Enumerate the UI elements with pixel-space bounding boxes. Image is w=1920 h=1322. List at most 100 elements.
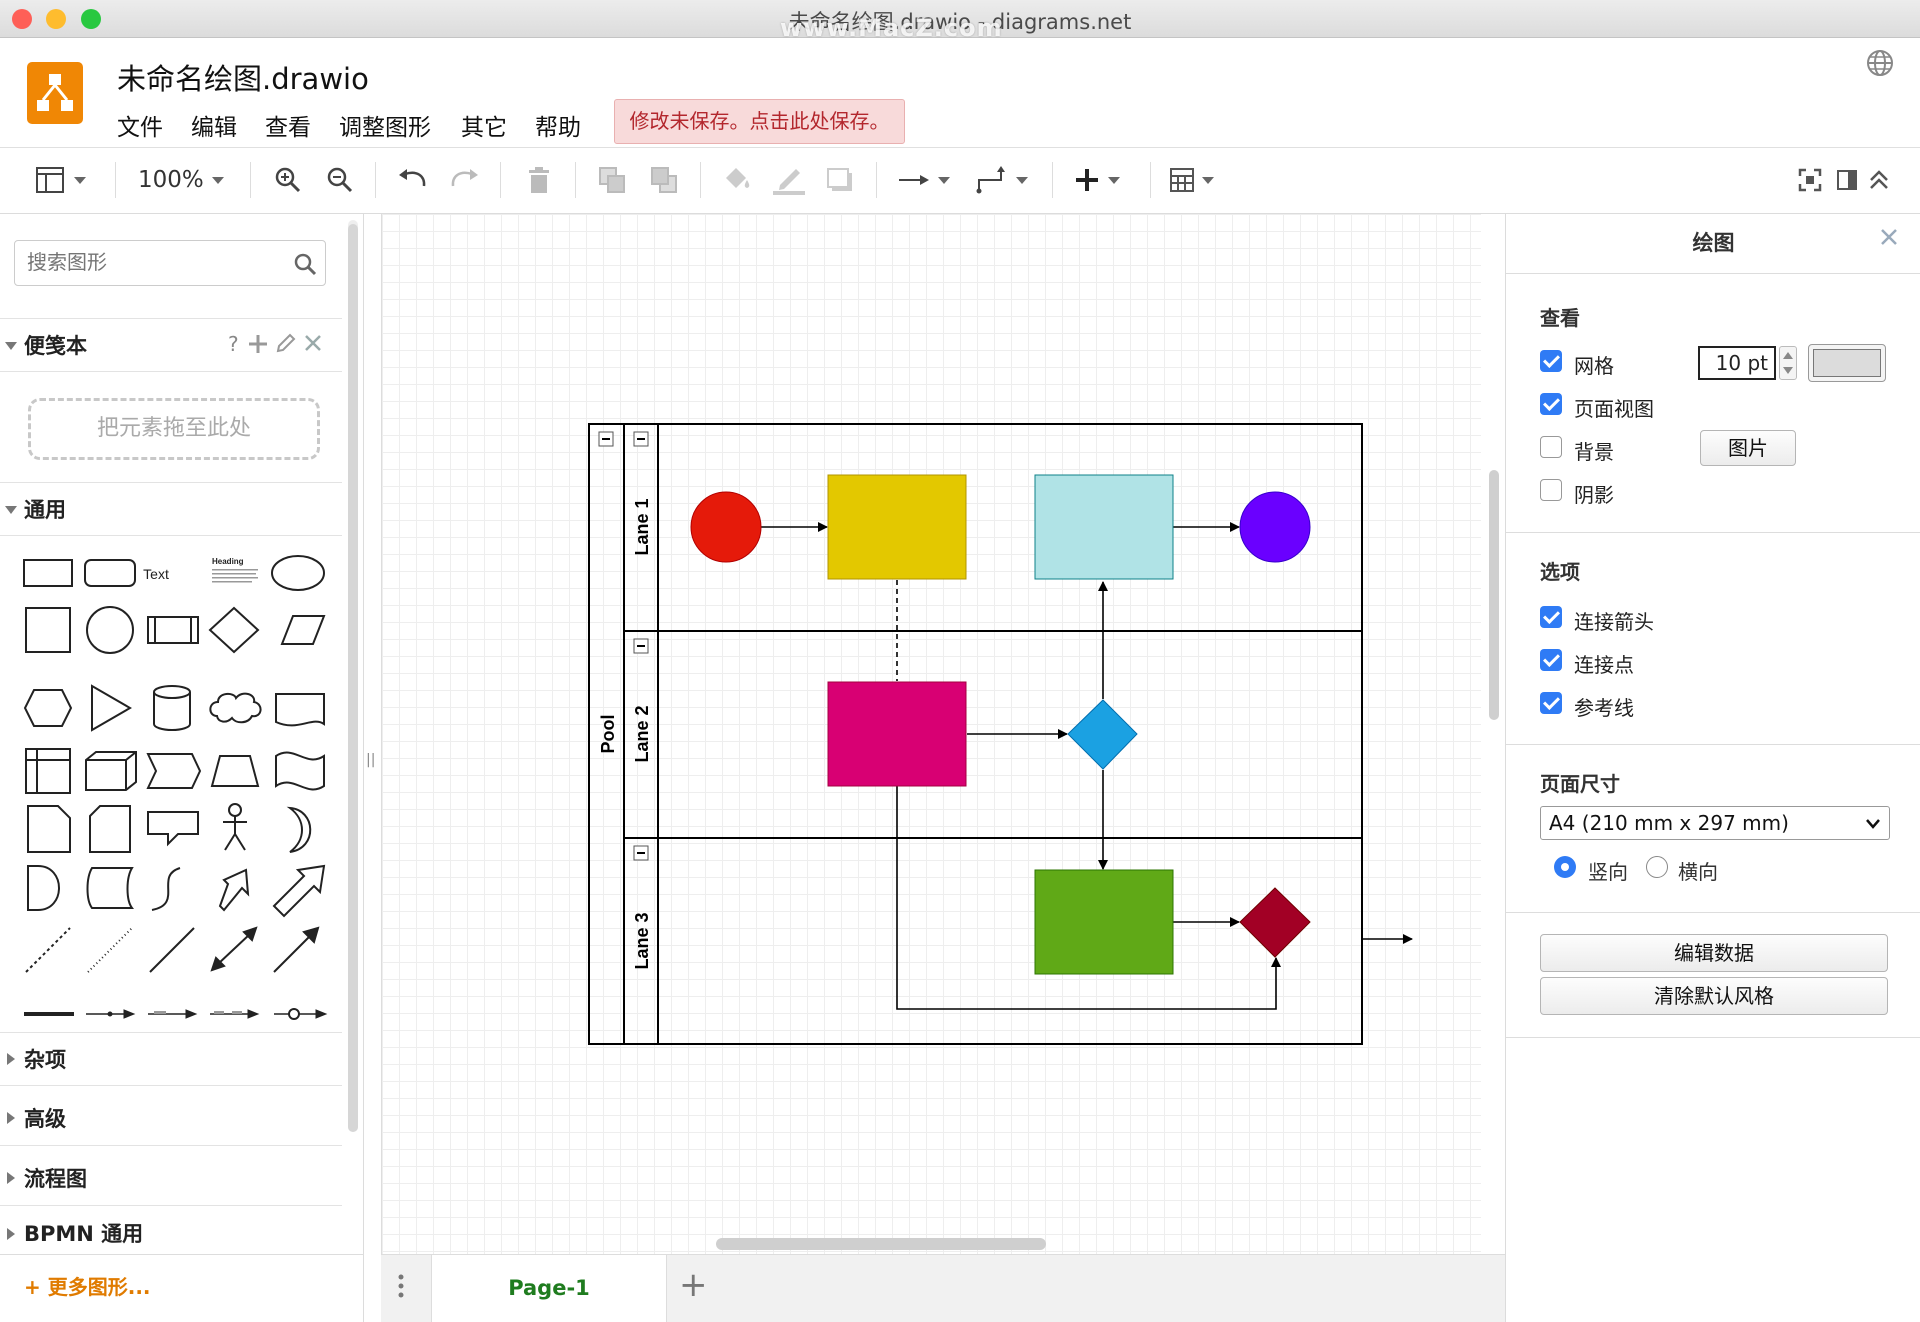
circle-shape[interactable]	[86, 606, 134, 654]
document-title[interactable]: 未命名绘图.drawio	[117, 56, 369, 98]
bpmn-section-header[interactable]: BPMN 通用	[0, 1212, 342, 1256]
table-button[interactable]	[1170, 162, 1214, 198]
guides-checkbox[interactable]	[1540, 692, 1562, 714]
delay-shape[interactable]	[27, 865, 60, 911]
waypoints-button[interactable]	[976, 162, 1028, 198]
document-shape[interactable]	[275, 693, 325, 727]
cube-shape[interactable]	[85, 751, 137, 791]
portrait-radio[interactable]	[1554, 856, 1576, 878]
menu-file[interactable]: 文件	[117, 108, 163, 142]
menu-arrange[interactable]: 调整图形	[339, 108, 431, 142]
sidebar-scrollbar-thumb[interactable]	[348, 224, 358, 1132]
sidebar-resize-handle[interactable]: ||	[366, 752, 375, 768]
grid-size-input[interactable]: 10 pt	[1698, 346, 1776, 380]
menu-view[interactable]: 查看	[265, 108, 311, 142]
collapse-toolbar-button[interactable]	[1868, 162, 1890, 198]
connection-arrows-checkbox[interactable]	[1540, 606, 1562, 628]
format-panel-toggle-button[interactable]	[36, 162, 86, 198]
language-globe-icon[interactable]	[1865, 48, 1895, 78]
trapezoid-shape[interactable]	[210, 755, 260, 787]
scratchpad-add-icon[interactable]	[248, 334, 268, 354]
pool-label[interactable]: Pool	[598, 715, 618, 754]
flowchart-section-header[interactable]: 流程图	[0, 1152, 342, 1206]
card-shape[interactable]	[89, 805, 131, 853]
page-view-checkbox[interactable]	[1540, 393, 1562, 415]
lane-2-collapse-icon[interactable]	[633, 638, 649, 654]
page-tab-1[interactable]: Page-1	[431, 1255, 667, 1322]
dotted-line-shape[interactable]	[87, 927, 133, 973]
parallelogram-shape[interactable]	[280, 615, 326, 645]
line-color-button[interactable]	[772, 162, 806, 198]
process-shape[interactable]	[147, 616, 199, 644]
connection-points-checkbox[interactable]	[1540, 649, 1562, 671]
connector-arrow-shape[interactable]	[86, 1009, 136, 1019]
add-page-plus-icon[interactable]: +	[679, 1265, 708, 1305]
green-task-rect[interactable]	[1034, 869, 1174, 975]
canvas-horizontal-scrollbar[interactable]	[716, 1238, 1046, 1250]
lane-3-label[interactable]: Lane 3	[632, 912, 652, 969]
cyan-task-rect[interactable]	[1034, 474, 1174, 580]
or-shape[interactable]	[286, 806, 312, 853]
to-back-button[interactable]	[650, 162, 678, 198]
stored-data-shape[interactable]	[86, 867, 134, 909]
menu-help[interactable]: 帮助	[535, 108, 581, 142]
more-shapes-button[interactable]: + 更多图形...	[0, 1254, 364, 1322]
curve-shape[interactable]	[151, 867, 181, 911]
shape-search-input[interactable]	[14, 240, 326, 286]
diamond-shape[interactable]	[208, 606, 260, 654]
canvas-vertical-scrollbar[interactable]	[1489, 470, 1499, 720]
page-menu-icon[interactable]	[397, 1273, 405, 1299]
scratchpad-drop-zone[interactable]: 把元素拖至此处	[28, 398, 320, 460]
undo-button[interactable]	[397, 162, 427, 198]
zoom-dropdown[interactable]: 100%	[138, 162, 224, 198]
tape-shape[interactable]	[275, 751, 325, 791]
ellipse-shape[interactable]	[271, 555, 325, 591]
lane-1-collapse-icon[interactable]	[633, 431, 649, 447]
note-shape[interactable]	[27, 805, 71, 853]
menu-edit[interactable]: 编辑	[191, 108, 237, 142]
fill-color-button[interactable]	[722, 162, 752, 198]
to-front-button[interactable]	[598, 162, 626, 198]
association-connector-shape[interactable]	[274, 1008, 328, 1020]
page-size-select[interactable]: A4 (210 mm x 297 mm)	[1540, 806, 1890, 840]
delete-button[interactable]	[526, 162, 552, 198]
zoom-out-button[interactable]	[326, 162, 354, 198]
edit-data-button[interactable]: 编辑数据	[1540, 934, 1888, 972]
directional-connector-shape[interactable]	[273, 926, 320, 973]
labeled-connector-shape[interactable]	[148, 1009, 198, 1019]
start-event-circle[interactable]	[690, 491, 762, 563]
dual-labeled-connector-shape[interactable]	[210, 1009, 260, 1019]
magenta-task-rect[interactable]	[827, 681, 967, 787]
format-panel-button[interactable]	[1836, 162, 1858, 198]
lane-3-collapse-icon[interactable]	[633, 845, 649, 861]
square-shape[interactable]	[25, 607, 71, 653]
actor-shape[interactable]	[223, 803, 247, 851]
internal-storage-shape[interactable]	[25, 748, 71, 794]
zoom-in-button[interactable]	[274, 162, 302, 198]
search-icon[interactable]	[293, 252, 317, 276]
end-event-circle[interactable]	[1239, 491, 1311, 563]
rounded-rectangle-shape[interactable]	[84, 559, 136, 587]
bidirectional-connector-shape[interactable]	[210, 926, 258, 972]
red-gateway-diamond[interactable]	[1239, 887, 1311, 958]
callout-shape[interactable]	[147, 811, 199, 847]
bidirectional-arrow-shape[interactable]	[218, 868, 250, 912]
unsaved-changes-notice[interactable]: 修改未保存。点击此处保存。	[614, 99, 905, 144]
rectangle-shape[interactable]	[23, 559, 73, 587]
grid-size-stepper[interactable]	[1779, 346, 1797, 380]
landscape-radio[interactable]	[1646, 856, 1668, 878]
hexagon-shape[interactable]	[23, 689, 73, 727]
scratchpad-edit-icon[interactable]	[275, 332, 297, 354]
general-section-header[interactable]: 通用	[0, 482, 342, 536]
pool-collapse-icon[interactable]	[598, 431, 614, 447]
heading-shape[interactable]: Heading	[212, 557, 244, 566]
scratchpad-close-icon[interactable]	[304, 334, 322, 352]
redo-button[interactable]	[450, 162, 480, 198]
grid-checkbox[interactable]	[1540, 350, 1562, 372]
triangle-shape[interactable]	[91, 684, 132, 732]
cylinder-shape[interactable]	[153, 685, 191, 731]
arrow-shape[interactable]	[272, 864, 326, 918]
fullscreen-button[interactable]	[1798, 162, 1822, 198]
shadow-button[interactable]	[826, 162, 854, 198]
drawing-canvas[interactable]: Pool Lane 1 Lane 2 Lane 3	[381, 214, 1481, 1254]
